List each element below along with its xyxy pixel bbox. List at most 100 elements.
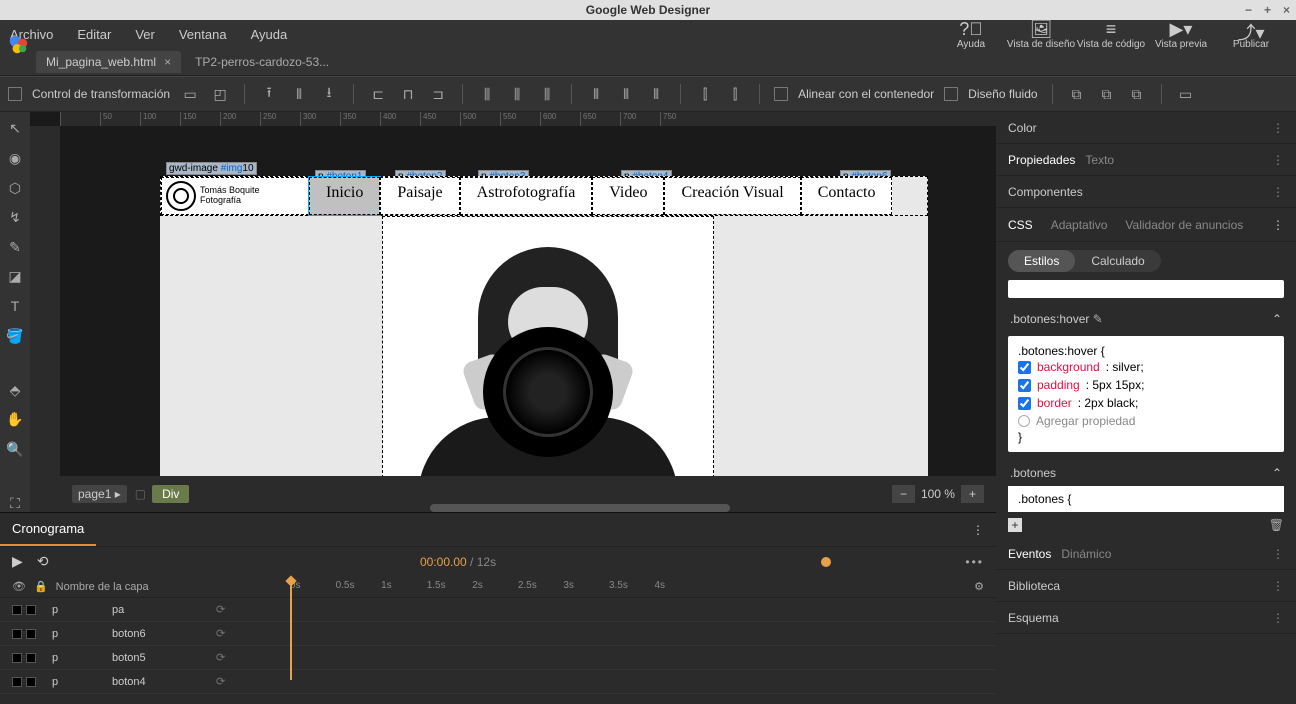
css-input[interactable] <box>1008 280 1284 298</box>
zoom-tool-icon[interactable]: 🔍 <box>5 440 25 458</box>
computed-subtab[interactable]: Calculado <box>1075 250 1160 272</box>
nav-inicio[interactable]: Inicio <box>309 177 380 215</box>
align-right-icon[interactable]: ⊐ <box>428 84 448 104</box>
validator-tab[interactable]: Validador de anuncios <box>1125 218 1243 232</box>
element-tool-icon[interactable]: ↯ <box>5 209 25 227</box>
layer-color-icon[interactable] <box>12 605 22 615</box>
zoom-minus[interactable]: − <box>892 485 915 503</box>
layer-color-icon[interactable] <box>12 653 22 663</box>
timeline-options-icon[interactable]: ••• <box>965 555 984 569</box>
3d-tool-icon[interactable]: ⬘ <box>5 381 25 399</box>
horizontal-scrollbar[interactable] <box>430 504 730 512</box>
dist-icon-3[interactable]: ⫼ <box>537 84 557 104</box>
text-tool-icon[interactable]: T <box>5 298 25 316</box>
css-rule-body[interactable]: .botones:hover { background: silver; pad… <box>1008 336 1284 452</box>
properties-panel-header[interactable]: Propiedades Texto ⋮ <box>996 144 1296 176</box>
dist-icon-6[interactable]: ⫴ <box>646 84 666 104</box>
add-rule-icon[interactable]: + <box>1008 518 1022 532</box>
layer-color-icon[interactable] <box>26 677 36 687</box>
css-tab[interactable]: CSS <box>1008 218 1033 232</box>
nav-contacto[interactable]: Contacto <box>801 177 893 215</box>
layer-row[interactable]: pboton5⟳ <box>0 646 996 670</box>
align-left-icon[interactable]: ⊏ <box>368 84 388 104</box>
events-panel-header[interactable]: Eventos Dinámico ⋮ <box>996 538 1296 570</box>
timeline-scrubber-icon[interactable] <box>821 557 831 567</box>
prop-checkbox[interactable] <box>1018 361 1031 374</box>
nav-creacion[interactable]: Creación Visual <box>664 177 800 215</box>
more-icon[interactable]: ⋮ <box>1272 185 1284 199</box>
menu-ayuda[interactable]: Ayuda <box>251 27 288 42</box>
layer-row[interactable]: pboton6⟳ <box>0 622 996 646</box>
layer-color-icon[interactable] <box>12 629 22 639</box>
transform-icon-2[interactable]: ◰ <box>210 84 230 104</box>
canvas[interactable]: 5010015020025030035040045050055060065070… <box>30 112 996 512</box>
css-rule2-header[interactable]: .botones ⌃ <box>996 460 1296 486</box>
layer-color-icon[interactable] <box>26 653 36 663</box>
dist-icon-1[interactable]: ⫼ <box>477 84 497 104</box>
menu-ver[interactable]: Ver <box>135 27 155 42</box>
prop-checkbox[interactable] <box>1018 379 1031 392</box>
css-rule-header[interactable]: .botones:hover ✎ ⌃ <box>996 306 1296 332</box>
pen-tool-icon[interactable]: ✎ <box>5 238 25 256</box>
more-icon[interactable]: ⋮ <box>1272 611 1284 625</box>
layer-row[interactable]: pboton4⟳ <box>0 670 996 694</box>
styles-subtab[interactable]: Estilos <box>1008 250 1075 272</box>
page-element[interactable]: Tomás BoquiteFotografía Inicio Paisaje A… <box>160 176 928 496</box>
nav-video[interactable]: Video <box>592 177 664 215</box>
layer-color-icon[interactable] <box>12 677 22 687</box>
timeline-menu-icon[interactable]: ⋮ <box>972 523 984 537</box>
layer-loop-icon[interactable]: ⟳ <box>216 603 225 616</box>
3d-rotate-tool-icon[interactable]: ◉ <box>5 150 25 168</box>
fluid-icon-2[interactable]: ⧉ <box>1097 84 1117 104</box>
layer-loop-icon[interactable]: ⟳ <box>216 627 225 640</box>
transform-icon-1[interactable]: ▭ <box>180 84 200 104</box>
preview-button[interactable]: ▶▾Vista previa <box>1146 19 1216 50</box>
more-icon[interactable]: ⋮ <box>1272 121 1284 135</box>
align-vcenter-icon[interactable]: ⫴ <box>289 84 309 104</box>
outline-panel-header[interactable]: Esquema⋮ <box>996 602 1296 634</box>
more-icon[interactable]: ⋮ <box>1272 153 1284 167</box>
breadcrumb-div[interactable]: Div <box>152 485 189 503</box>
nav-paisaje[interactable]: Paisaje <box>380 177 459 215</box>
loop-button-icon[interactable]: ⟲ <box>37 553 49 570</box>
3d-translate-tool-icon[interactable]: ⬡ <box>5 179 25 197</box>
layer-settings-icon[interactable]: ⚙ <box>974 580 984 593</box>
fluid-icon-1[interactable]: ⧉ <box>1067 84 1087 104</box>
css-rule2-body[interactable]: .botones { <box>1008 486 1284 512</box>
file-tab-active[interactable]: Mi_pagina_web.html × <box>36 51 181 73</box>
selection-tool-icon[interactable]: ↖ <box>5 120 25 138</box>
help-button[interactable]: ?⃝Ayuda <box>936 19 1006 50</box>
dist-icon-7[interactable]: ⫿ <box>695 84 715 104</box>
fill-tool-icon[interactable]: 🪣 <box>5 327 25 345</box>
dist-icon-2[interactable]: ⫼ <box>507 84 527 104</box>
code-view-button[interactable]: ≡Vista de código <box>1076 19 1146 50</box>
design-view-button[interactable]: 🖼Vista de diseño <box>1006 19 1076 50</box>
more-icon[interactable]: ⋮ <box>1272 579 1284 593</box>
collapse-icon[interactable]: ⌃ <box>1272 312 1282 326</box>
maximize-icon[interactable]: + <box>1264 3 1271 17</box>
page-selector[interactable]: page1 ▸ <box>72 485 127 503</box>
align-hcenter-icon[interactable]: ⊓ <box>398 84 418 104</box>
align-top-icon[interactable]: ⭱ <box>259 84 279 104</box>
timeline-tab[interactable]: Cronograma <box>0 513 96 546</box>
menu-ventana[interactable]: Ventana <box>179 27 227 42</box>
layer-color-icon[interactable] <box>26 629 36 639</box>
element-tag-img[interactable]: gwd-image #img10 <box>166 162 257 175</box>
publish-button[interactable]: ⤴▾Publicar <box>1216 19 1286 50</box>
menu-editar[interactable]: Editar <box>77 27 111 42</box>
close-tab-icon[interactable]: × <box>164 55 171 69</box>
layer-row[interactable]: ppa⟳ <box>0 598 996 622</box>
fluid-icon-4[interactable]: ▭ <box>1176 84 1196 104</box>
container-align-checkbox[interactable] <box>774 87 788 101</box>
add-prop-radio[interactable] <box>1018 415 1030 427</box>
prop-checkbox[interactable] <box>1018 397 1031 410</box>
close-icon[interactable]: × <box>1283 3 1290 17</box>
layer-color-icon[interactable] <box>26 605 36 615</box>
shape-tool-icon[interactable]: ◪ <box>5 268 25 286</box>
align-bottom-icon[interactable]: ⭳ <box>319 84 339 104</box>
collapse-icon[interactable]: ⌃ <box>1272 466 1282 480</box>
zoom-plus[interactable]: + <box>961 485 984 503</box>
expand-tool-icon[interactable]: ⛶ <box>5 494 25 512</box>
dist-icon-5[interactable]: ⫴ <box>616 84 636 104</box>
fluid-icon-3[interactable]: ⧉ <box>1127 84 1147 104</box>
